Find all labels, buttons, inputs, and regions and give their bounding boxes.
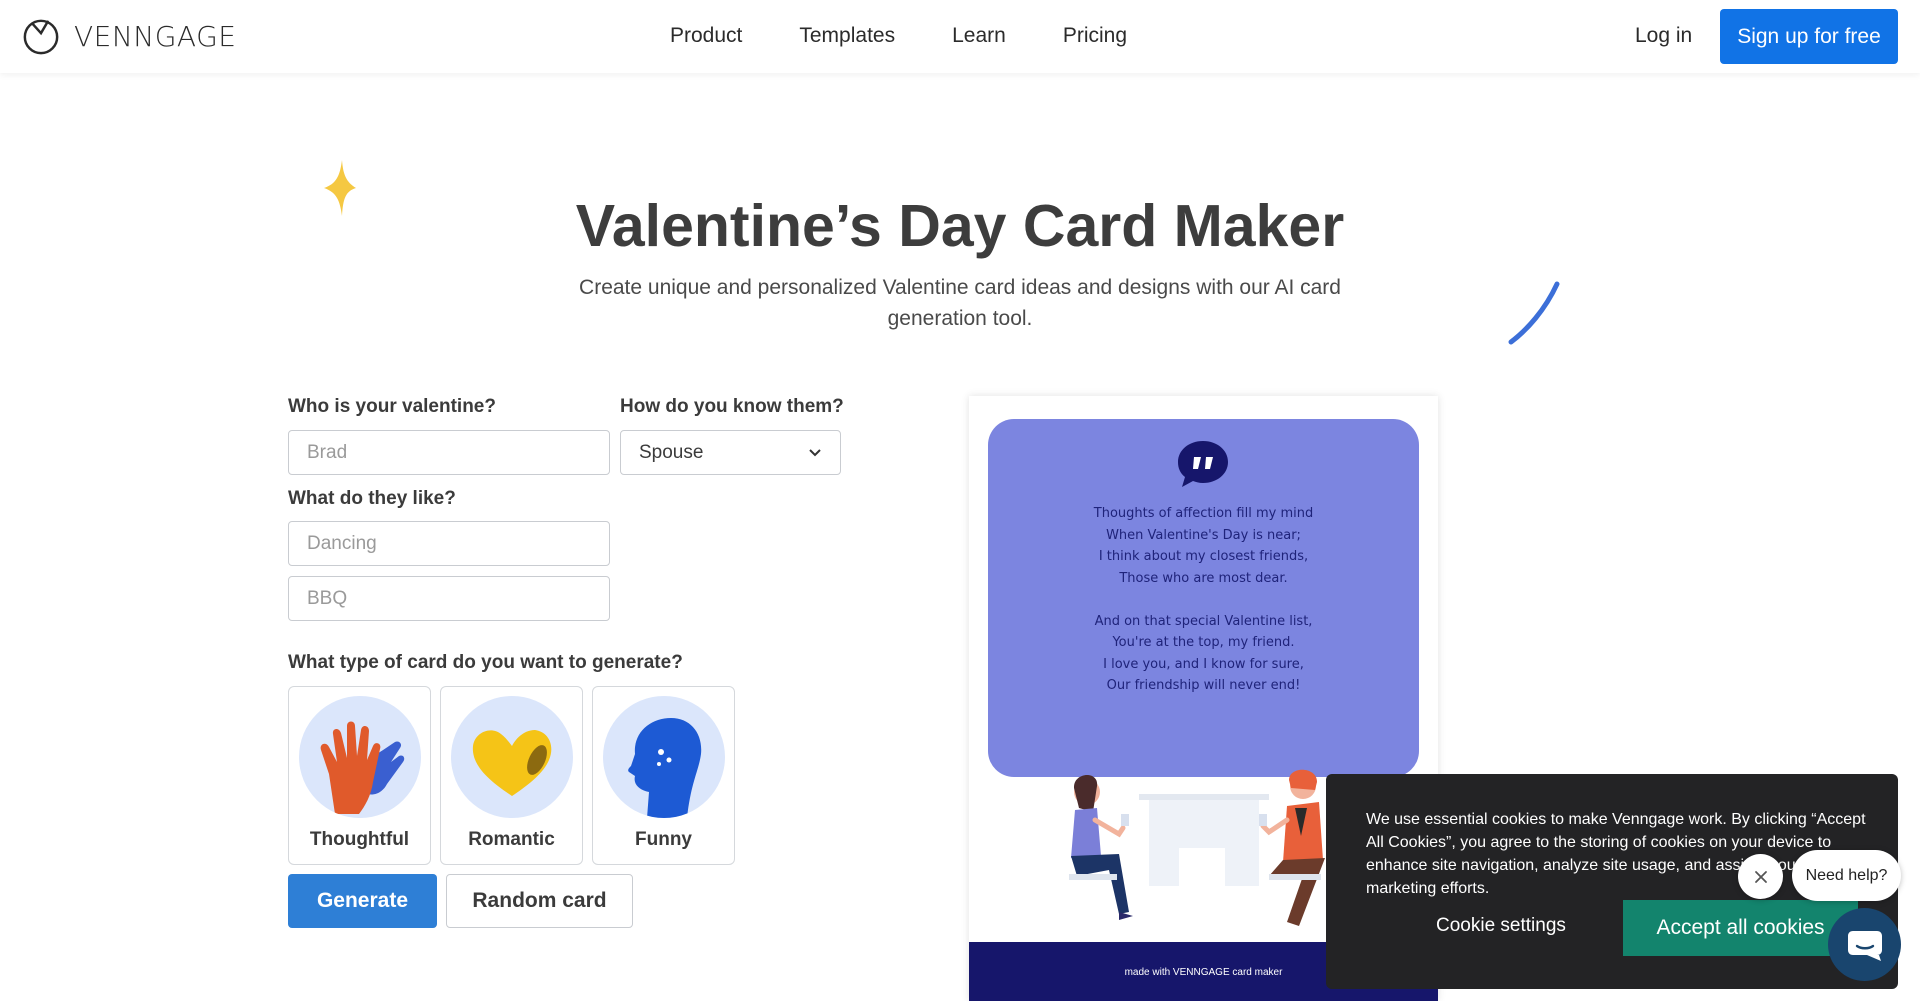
chevron-down-icon <box>809 448 821 456</box>
relation-label: How do you know them? <box>620 396 844 417</box>
type-option-romantic[interactable]: Romantic <box>440 686 583 865</box>
type-romantic-label: Romantic <box>468 829 555 850</box>
nav-learn[interactable]: Learn <box>952 24 1006 48</box>
type-option-funny[interactable]: Funny <box>592 686 735 865</box>
brush-stroke-decoration <box>1508 281 1560 345</box>
high-five-icon <box>299 696 421 818</box>
signup-button[interactable]: Sign up for free <box>1720 9 1898 64</box>
type-funny-label: Funny <box>635 829 692 850</box>
logo-text: VENNGAGE <box>74 19 237 53</box>
venngage-logo[interactable]: VENNGAGE <box>22 17 236 55</box>
nav-pricing[interactable]: Pricing <box>1063 24 1127 48</box>
like-input-2[interactable]: BBQ <box>288 576 610 621</box>
chat-launcher-button[interactable] <box>1828 908 1901 981</box>
likes-label: What do they like? <box>288 488 456 509</box>
top-navbar: VENNGAGE Product Templates Learn Pricing… <box>0 0 1920 73</box>
login-link[interactable]: Log in <box>1635 24 1692 48</box>
type-option-thoughtful[interactable]: Thoughtful <box>288 686 431 865</box>
like-input-2-placeholder: BBQ <box>307 587 348 609</box>
main-nav: Product Templates Learn Pricing <box>670 24 1184 48</box>
poem-bubble: Thoughts of affection fill my mind When … <box>988 419 1419 777</box>
cookie-settings-link[interactable]: Cookie settings <box>1436 915 1566 937</box>
card-poem: Thoughts of affection fill my mind When … <box>1093 506 1314 693</box>
card-type-label: What type of card do you want to generat… <box>288 652 683 673</box>
valentine-label: Who is your valentine? <box>288 396 496 417</box>
venngage-logo-icon <box>23 19 59 55</box>
like-input-1[interactable]: Dancing <box>288 521 610 566</box>
accept-cookies-button[interactable]: Accept all cookies <box>1623 900 1858 956</box>
valentine-name-input[interactable]: Brad <box>288 430 610 475</box>
help-close-button[interactable] <box>1738 854 1783 899</box>
relation-select[interactable]: Spouse <box>620 430 841 475</box>
quote-icon <box>1178 441 1228 487</box>
cookie-text: We use essential cookies to make Venngag… <box>1366 811 1866 897</box>
need-help-bubble[interactable]: Need help? <box>1792 850 1901 901</box>
type-thoughtful-label: Thoughtful <box>309 829 410 850</box>
like-input-1-placeholder: Dancing <box>307 532 377 554</box>
page-title: Valentine’s Day Card Maker <box>575 193 1345 259</box>
heart-icon <box>451 696 573 818</box>
chat-icon <box>1847 930 1882 961</box>
page-subtitle: Create unique and personalized Valentine… <box>579 276 1341 330</box>
nav-product[interactable]: Product <box>670 24 742 48</box>
laughing-head-icon <box>603 696 725 818</box>
close-icon <box>1754 870 1767 883</box>
generate-button[interactable]: Generate <box>288 874 437 928</box>
valentine-name-placeholder: Brad <box>307 441 348 463</box>
relation-value: Spouse <box>639 441 704 463</box>
nav-templates[interactable]: Templates <box>799 24 895 48</box>
random-card-button[interactable]: Random card <box>446 874 633 928</box>
